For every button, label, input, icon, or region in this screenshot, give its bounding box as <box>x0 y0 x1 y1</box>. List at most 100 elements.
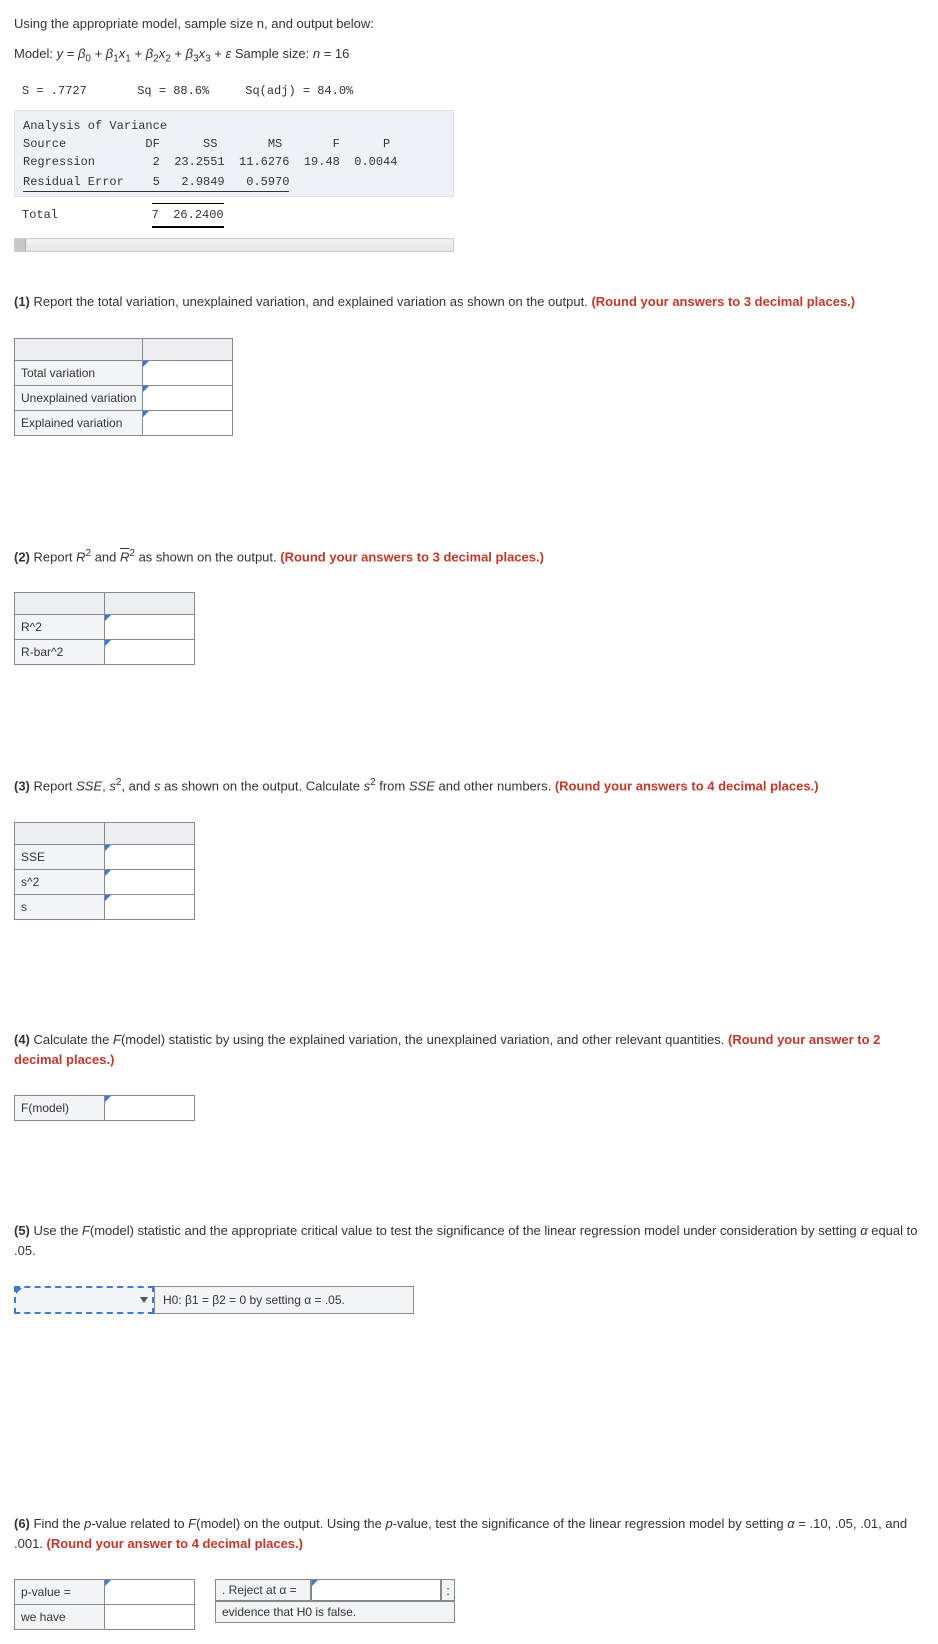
question-1: (1) Report the total variation, unexplai… <box>14 292 924 312</box>
q2-table: R^2 R-bar^2 <box>14 592 195 665</box>
q5-f: F <box>82 1223 90 1238</box>
chevron-down-icon <box>140 1297 148 1303</box>
q3-tc: as shown on the output. Calculate <box>160 779 363 794</box>
q2-tb: as shown on the output. <box>135 549 280 564</box>
q6-evidence-row: evidence that H0 is false. <box>215 1601 455 1623</box>
q2-hdr2 <box>105 593 195 615</box>
intro-text: Using the appropriate model, sample size… <box>14 14 924 34</box>
q4-ta: Calculate the <box>30 1032 113 1047</box>
q6-input-pvalue[interactable] <box>105 1580 195 1605</box>
q4-f: F <box>113 1032 121 1047</box>
stats-line: S = .7727 Sq = 88.6% Sq(adj) = 84.0% <box>14 78 924 104</box>
q1-num: (1) <box>14 294 30 309</box>
q3-td: from <box>376 779 409 794</box>
flag-icon <box>105 1096 111 1102</box>
anova-header: Source DF SS MS F P <box>23 135 445 153</box>
q6-input-wehave[interactable] <box>105 1605 195 1630</box>
q2-tc: (Round your answers to 3 decimal places.… <box>280 549 544 564</box>
q6-reject-input[interactable] <box>311 1579 441 1601</box>
sample-size-label: Sample size: <box>235 46 313 61</box>
flag-icon <box>105 895 111 901</box>
q1-text-b: (Round your answers to 3 decimal places.… <box>591 294 855 309</box>
question-3: (3) Report SSE, s2, and s as shown on th… <box>14 775 924 796</box>
q3-sse: SSE <box>76 779 102 794</box>
flag-icon <box>16 1288 22 1294</box>
q4-f2: (model) statistic by using the explained… <box>121 1032 728 1047</box>
q1-hdr-blank1 <box>15 338 143 360</box>
q3-sse2: SSE <box>409 779 435 794</box>
scrollbar-stub[interactable] <box>14 238 454 252</box>
question-5: (5) Use the F(model) statistic and the a… <box>14 1221 924 1260</box>
q1-row-label: Total variation <box>15 360 143 385</box>
sample-size-n: n <box>313 46 320 61</box>
anova-residual: Residual Error 5 2.9849 0.5970 <box>23 173 289 192</box>
q3-table: SSE s^2 s <box>14 822 195 920</box>
q6-row-label: p-value = <box>15 1580 105 1605</box>
q1-input-total[interactable] <box>143 360 233 385</box>
q6-p2: p <box>385 1516 392 1531</box>
q6-reject-selext[interactable]: : <box>441 1579 455 1601</box>
q1-text-a: Report the total variation, unexplained … <box>30 294 592 309</box>
q3-tf: (Round your answers to 4 decimal places.… <box>555 779 819 794</box>
anova-regression: Regression 2 23.2551 11.6276 19.48 0.004… <box>23 153 445 171</box>
q3-h1 <box>15 823 105 845</box>
q3-tb: , and <box>121 779 154 794</box>
anova-total: Total 7 26.2400 <box>14 197 454 234</box>
q3-row-label: SSE <box>15 845 105 870</box>
q5-alpha: α <box>860 1223 867 1238</box>
q5-select[interactable] <box>14 1286 154 1314</box>
q3-row-label: s^2 <box>15 870 105 895</box>
q4-table: F(model) <box>14 1095 195 1121</box>
beta3: β <box>186 46 193 61</box>
q5-ta: Use the <box>30 1223 82 1238</box>
flag-icon <box>143 361 149 367</box>
q5-num: (5) <box>14 1223 30 1238</box>
question-2: (2) Report R2 and R2 as shown on the out… <box>14 546 924 567</box>
flag-icon <box>105 845 111 851</box>
beta2: β <box>146 46 153 61</box>
q3-row-label: s <box>15 895 105 920</box>
q3-ta: Report <box>30 779 76 794</box>
q3-input-s[interactable] <box>105 895 195 920</box>
q6-reject-label: . Reject at α = <box>215 1579 311 1601</box>
model-prefix: Model: <box>14 46 57 61</box>
q6-evidence-label: evidence that H0 is false. <box>215 1601 455 1623</box>
flag-icon <box>105 1580 111 1586</box>
q4-input-fmodel[interactable] <box>105 1096 195 1121</box>
anova-block: Analysis of Variance Source DF SS MS F P… <box>14 110 454 197</box>
flag-icon <box>105 640 111 646</box>
q1-input-explained[interactable] <box>143 410 233 435</box>
q2-hdr1 <box>15 593 105 615</box>
q6-table-left: p-value = we have <box>14 1579 195 1630</box>
q5-answer-row: H0: β1 = β2 = 0 by setting α = .05. <box>14 1286 924 1314</box>
flag-icon <box>312 1580 318 1586</box>
q3-h2 <box>105 823 195 845</box>
q3-te: and other numbers. <box>435 779 555 794</box>
q2-mid: and <box>91 549 120 564</box>
flag-icon <box>143 411 149 417</box>
q6-ta: Find the <box>30 1516 84 1531</box>
q6-td: -value, test the significance of the lin… <box>393 1516 788 1531</box>
q6-answer-wrap: p-value = we have . Reject at α = : evid… <box>14 1579 924 1630</box>
flag-icon <box>105 615 111 621</box>
q6-f: F <box>188 1516 196 1531</box>
q2-input-r2[interactable] <box>105 615 195 640</box>
q6-right-col: . Reject at α = : evidence that H0 is fa… <box>215 1579 455 1623</box>
q3-input-s2[interactable] <box>105 870 195 895</box>
q3-num: (3) <box>14 779 30 794</box>
q1-row-label: Explained variation <box>15 410 143 435</box>
q2-input-rbar2[interactable] <box>105 640 195 665</box>
model-y: y <box>57 46 64 61</box>
q1-input-unexplained[interactable] <box>143 385 233 410</box>
q6-reject-row: . Reject at α = : <box>215 1579 455 1601</box>
q6-row-label: we have <box>15 1605 105 1630</box>
question-4: (4) Calculate the F(model) statistic by … <box>14 1030 924 1069</box>
q2-row-label: R-bar^2 <box>15 640 105 665</box>
q4-num: (4) <box>14 1032 30 1047</box>
q6-tb: -value related to <box>91 1516 188 1531</box>
q6-num: (6) <box>14 1516 30 1531</box>
q6-tc: (model) on the output. Using the <box>196 1516 385 1531</box>
eps: ε <box>225 46 231 61</box>
q3-input-sse[interactable] <box>105 845 195 870</box>
q1-hdr-blank2 <box>143 338 233 360</box>
